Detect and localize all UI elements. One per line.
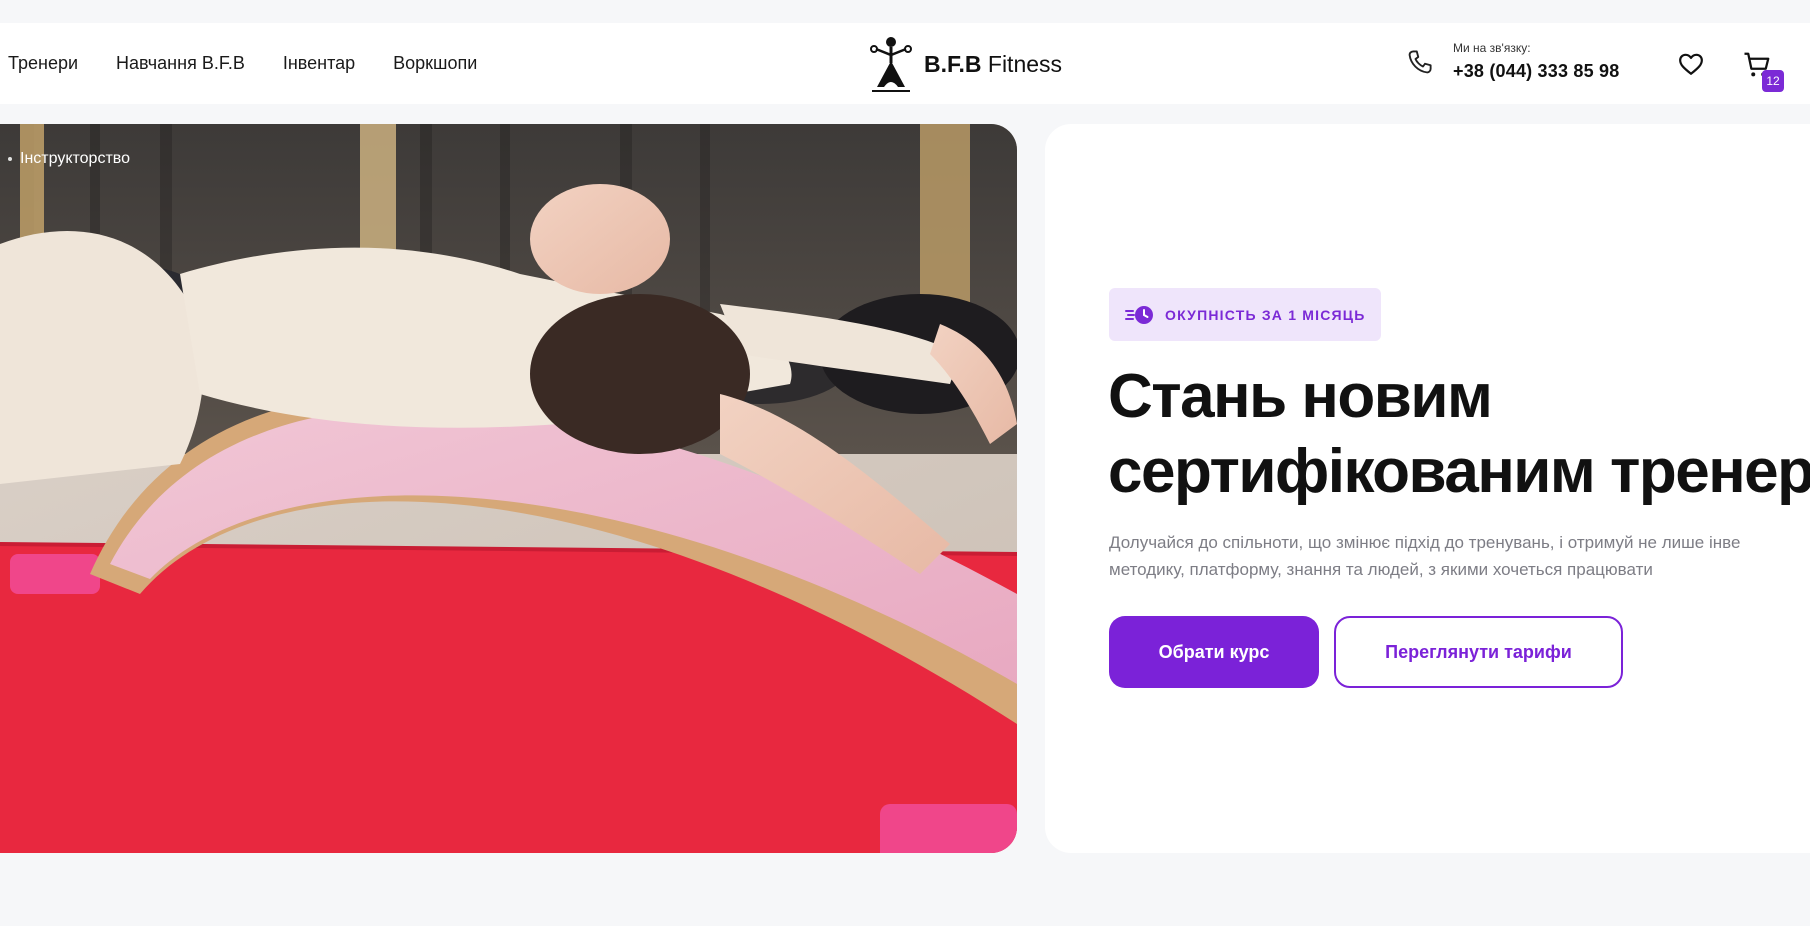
payback-badge: ОКУПНІСТЬ ЗА 1 МІСЯЦЬ [1109, 288, 1382, 341]
hero-subtitle-line2: методику, платформу, знання та людей, з … [1109, 560, 1653, 579]
phone-icon[interactable] [1405, 47, 1435, 77]
site-header: Тренери Навчання B.F.B Інвентар Воркшопи… [0, 23, 1810, 104]
hero-title: Стань новим сертифікованим тренер [1108, 359, 1810, 509]
phone-number[interactable]: +38 (044) 333 85 98 [1453, 61, 1619, 82]
breadcrumb-dot [8, 157, 12, 161]
hero-subtitle: Долучайся до спільноти, що змінює підхід… [1109, 529, 1809, 583]
breadcrumb-current: Інструкторство [20, 150, 130, 167]
nav-item-inventory[interactable]: Інвентар [283, 53, 355, 74]
heart-icon[interactable] [1678, 52, 1704, 76]
hero-title-line2: сертифікованим тренер [1108, 437, 1810, 506]
choose-course-button[interactable]: Обрати курс [1109, 616, 1319, 688]
contact-caption: Ми на зв'язку: [1453, 41, 1531, 55]
cart-count-badge: 12 [1762, 70, 1784, 92]
badge-text: ОКУПНІСТЬ ЗА 1 МІСЯЦЬ [1165, 306, 1366, 323]
hero-image [0, 124, 1017, 853]
nav-item-trainers[interactable]: Тренери [8, 53, 78, 74]
contact-block: Ми на зв'язку: +38 (044) 333 85 98 [1405, 41, 1619, 82]
clock-speed-icon [1125, 305, 1153, 324]
hero-title-line1: Стань новим [1108, 362, 1493, 431]
logo-figure-icon [870, 37, 912, 92]
nav-item-education[interactable]: Навчання B.F.B [116, 53, 245, 74]
breadcrumb: Інструкторство [8, 150, 130, 168]
logo-text: B.F.B Fitness [924, 50, 1063, 77]
nav-item-workshops[interactable]: Воркшопи [393, 53, 477, 74]
view-pricing-button[interactable]: Переглянути тарифи [1334, 616, 1623, 688]
hero-card: ОКУПНІСТЬ ЗА 1 МІСЯЦЬ Стань новим сертиф… [1045, 124, 1810, 853]
logo[interactable]: B.F.B Fitness [868, 33, 1062, 95]
main-nav: Тренери Навчання B.F.B Інвентар Воркшопи [8, 23, 477, 104]
hero-subtitle-line1: Долучайся до спільноти, що змінює підхід… [1109, 533, 1741, 552]
